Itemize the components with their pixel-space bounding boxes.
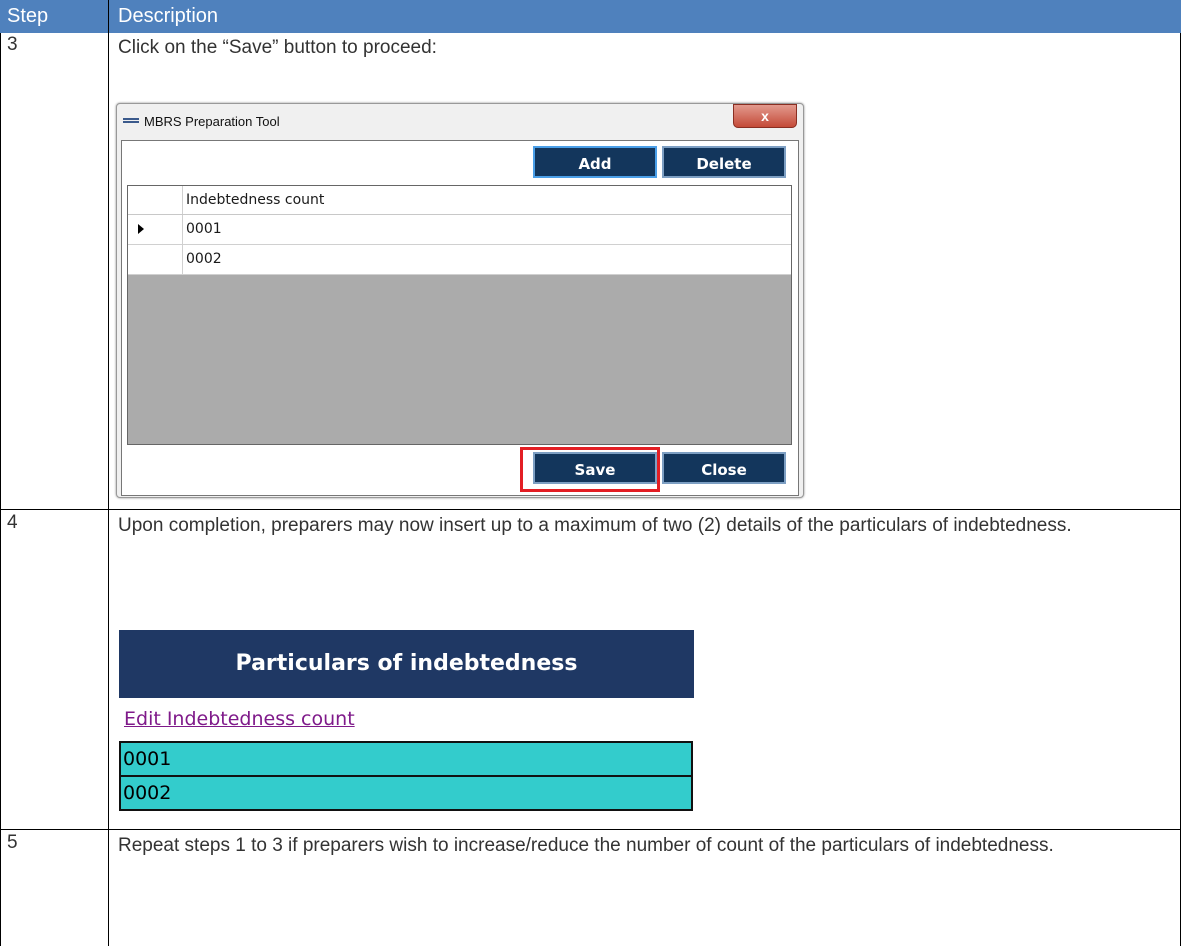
row-divider: [0, 829, 1181, 830]
column-header[interactable]: Indebtedness count: [186, 192, 324, 208]
close-button[interactable]: Close: [662, 452, 786, 484]
section-title: Particulars of indebtedness: [119, 630, 694, 698]
left-border: [0, 33, 1, 946]
step-column-header: Step: [7, 5, 49, 27]
step-description: Upon completion, preparers may now inser…: [118, 515, 1072, 536]
app-icon: [123, 118, 139, 126]
row-header[interactable]: [128, 245, 183, 274]
grid-cell[interactable]: 0001: [186, 221, 222, 237]
indebtedness-cell[interactable]: 0002: [119, 775, 693, 811]
row-header[interactable]: [128, 215, 183, 244]
table-row[interactable]: 0001: [128, 215, 791, 245]
indebtedness-cell[interactable]: 0001: [119, 741, 693, 777]
window-close-button[interactable]: x: [733, 104, 797, 128]
description-column-header: Description: [118, 5, 219, 27]
table-row[interactable]: 0002: [128, 245, 791, 275]
dialog-title: MBRS Preparation Tool: [144, 114, 280, 129]
step-number: 4: [7, 512, 18, 533]
step-description: Repeat steps 1 to 3 if preparers wish to…: [118, 835, 1054, 856]
current-row-pointer-icon: [138, 224, 144, 234]
table-header: Step Description: [0, 0, 1181, 33]
grid-header-row: Indebtedness count: [128, 186, 791, 215]
dialog-body: Add Delete Indebtedness count 0001 0002 …: [121, 140, 799, 496]
data-grid: Indebtedness count 0001 0002: [127, 185, 792, 445]
column-divider: [108, 0, 109, 946]
step-description: Click on the “Save” button to proceed:: [118, 37, 437, 58]
step-number: 5: [7, 832, 18, 853]
step-number: 3: [7, 34, 18, 55]
dialog-window: MBRS Preparation Tool x Add Delete Indeb…: [116, 103, 804, 498]
save-highlight-box: [520, 447, 660, 492]
dialog-titlebar: MBRS Preparation Tool x: [117, 104, 803, 140]
delete-button[interactable]: Delete: [662, 146, 786, 178]
add-button[interactable]: Add: [533, 146, 657, 178]
grid-cell[interactable]: 0002: [186, 251, 222, 267]
row-divider: [0, 509, 1181, 510]
edit-indebtedness-count-link[interactable]: Edit Indebtedness count: [124, 708, 355, 730]
